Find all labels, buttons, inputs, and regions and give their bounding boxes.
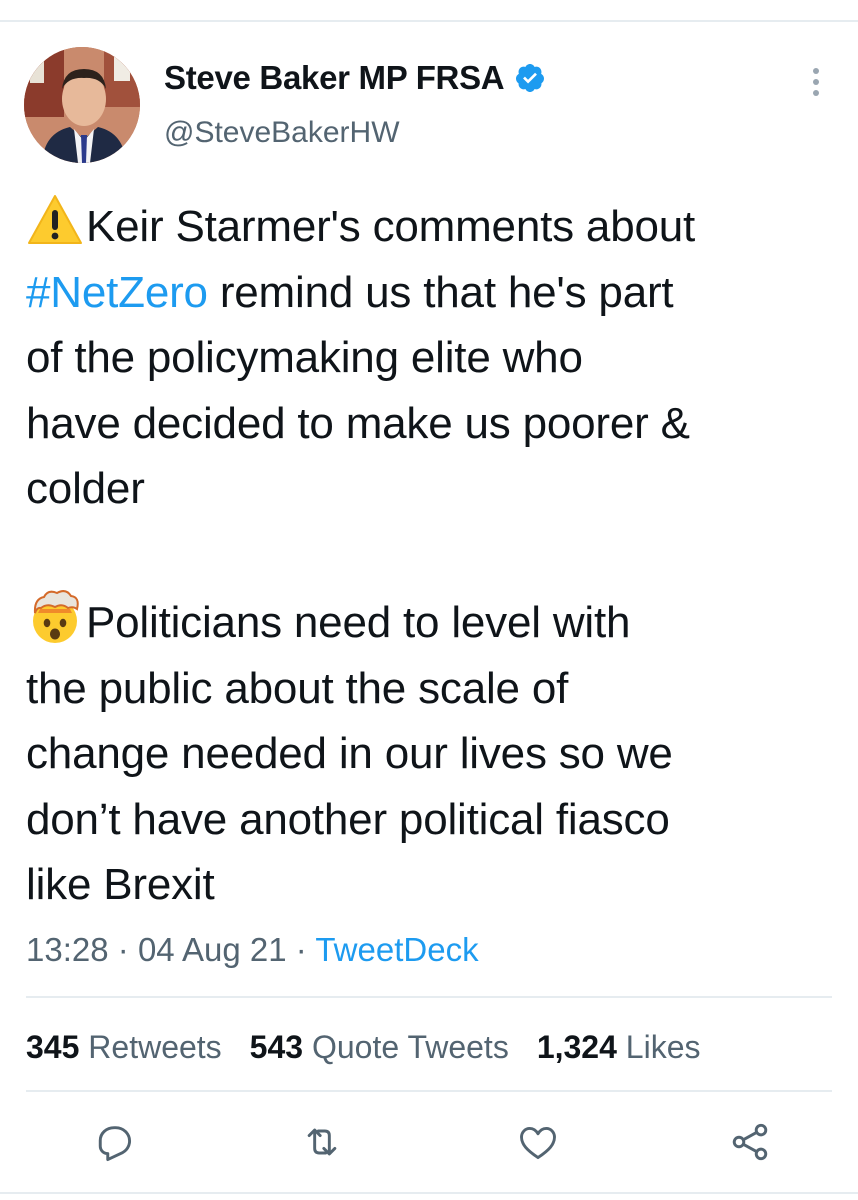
exploding-head-emoji-icon <box>26 587 84 645</box>
author-name-row[interactable]: Steve Baker MP FRSA <box>164 58 546 98</box>
tweet-time[interactable]: 13:28 <box>26 931 109 968</box>
tweet-text-segment: Politicians need to level with <box>86 598 631 647</box>
tweet-detail-view: Steve Baker MP FRSA @SteveBakerHW Keir S… <box>0 0 858 1200</box>
paragraph-break <box>26 522 841 588</box>
quote-tweets-count: 543 <box>249 1029 304 1065</box>
share-icon[interactable] <box>728 1120 772 1164</box>
retweets-stat[interactable]: 345 Retweets <box>26 1026 222 1068</box>
avatar[interactable] <box>24 47 140 163</box>
quote-tweets-label: Quote Tweets <box>311 1029 509 1065</box>
separator-dot: · <box>295 931 307 968</box>
tweet-text-line: like Brexit <box>26 860 215 909</box>
tweet-source-link[interactable]: TweetDeck <box>315 931 478 968</box>
author-display-name[interactable]: Steve Baker MP FRSA <box>164 58 505 98</box>
tweet-text-line: #NetZero remind us that he's part <box>26 260 841 326</box>
tweet-text-line: of the policymaking elite who <box>26 333 583 382</box>
engagement-stats: 345 Retweets 543 Quote Tweets 1,324 Like… <box>26 1026 700 1068</box>
actions-top-divider <box>26 1090 832 1092</box>
tweet-text-line: the public about the scale of <box>26 663 569 713</box>
quote-tweets-stat[interactable]: 543 Quote Tweets <box>250 1026 509 1068</box>
tweet-text-line: Keir Starmer's comments about <box>26 191 841 260</box>
tweet-text-line: change needed in our lives so we <box>26 729 673 778</box>
tweet-text-line: don’t have another political fiasco <box>26 794 670 844</box>
tweet-timestamp-row: 13:28 · 04 Aug 21 · TweetDeck <box>26 928 479 972</box>
tweet-text-segment: Keir Starmer's comments about <box>86 202 696 251</box>
top-divider <box>0 20 858 22</box>
likes-count: 1,324 <box>536 1029 617 1065</box>
heart-icon[interactable] <box>516 1120 560 1164</box>
more-vertical-icon[interactable] <box>803 62 829 102</box>
separator-dot: · <box>117 931 129 968</box>
tweet-text: Keir Starmer's comments about #NetZero r… <box>26 191 841 918</box>
bottom-divider <box>0 1192 858 1194</box>
likes-stat[interactable]: 1,324 Likes <box>537 1026 701 1068</box>
tweet-text-line: have decided to make us poorer & <box>26 398 690 448</box>
avatar-photo <box>24 47 140 163</box>
tweet-text-line: Politicians need to level with <box>26 587 841 656</box>
stats-top-divider <box>26 996 832 998</box>
author-handle[interactable]: @SteveBakerHW <box>164 114 400 152</box>
tweet-text-segment: remind us that he's part <box>207 267 674 317</box>
verified-badge-icon <box>514 62 546 94</box>
tweet-date[interactable]: 04 Aug 21 <box>138 931 287 968</box>
hashtag-link[interactable]: #NetZero <box>26 268 208 317</box>
retweets-label: Retweets <box>88 1029 222 1065</box>
retweet-icon[interactable] <box>300 1120 344 1164</box>
retweets-count: 345 <box>26 1029 80 1065</box>
warning-emoji-icon <box>26 191 84 249</box>
tweet-text-line: colder <box>26 464 145 513</box>
likes-label: Likes <box>625 1029 701 1065</box>
reply-icon[interactable] <box>92 1120 136 1164</box>
